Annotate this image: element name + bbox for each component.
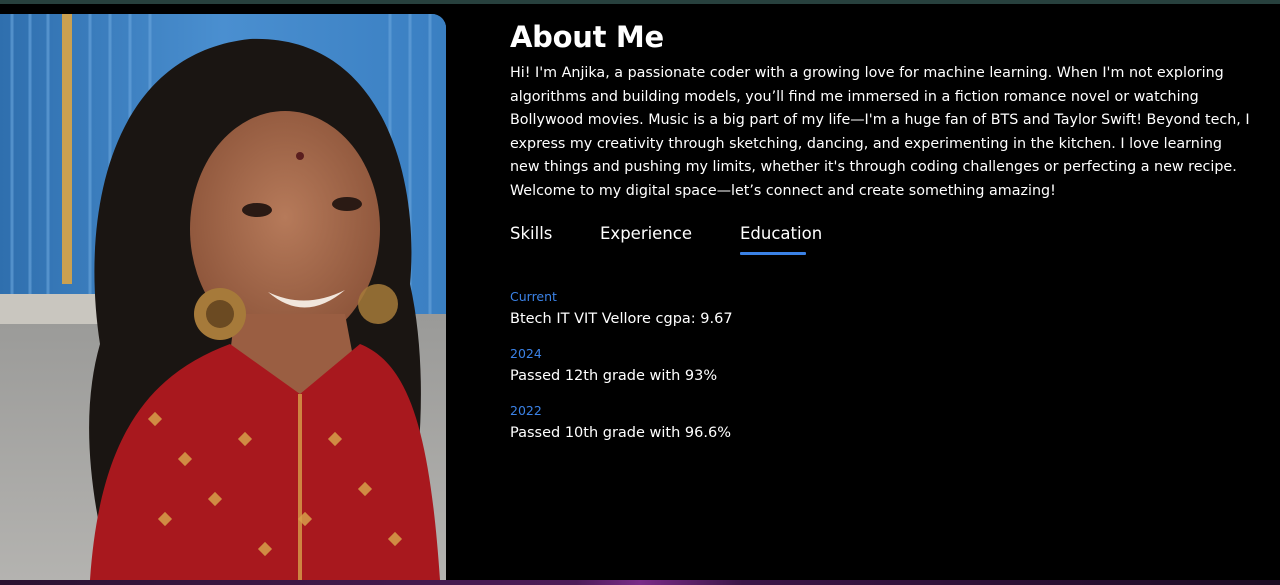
tab-skills[interactable]: Skills — [510, 223, 552, 245]
bio-line: Hi! I'm Anjika, a passionate coder with … — [510, 65, 1224, 81]
list-item: Current Btech IT VIT Vellore cgpa: 9.67 — [510, 289, 733, 329]
tab-education[interactable]: Education — [740, 223, 822, 255]
education-year: Current — [510, 289, 557, 304]
bottom-border — [0, 580, 1280, 585]
bio-paragraph: Hi! I'm Anjika, a passionate coder with … — [510, 62, 1278, 204]
about-section: About Me Hi! I'm Anjika, a passionate co… — [510, 18, 1278, 441]
list-item: 2022 Passed 10th grade with 96.6% — [510, 403, 731, 443]
bio-line: algorithms and building models, you’ll f… — [510, 88, 1199, 105]
profile-photo — [0, 14, 446, 580]
education-year: 2024 — [510, 346, 542, 361]
education-detail: Passed 12th grade with 93% — [510, 368, 718, 384]
education-year: 2022 — [510, 403, 542, 418]
tab-experience[interactable]: Experience — [600, 223, 692, 245]
bio-line: Bollywood movies. Music is a big part of… — [510, 112, 1250, 129]
bio-line: new things and pushing my limits, whethe… — [510, 159, 1237, 176]
education-detail: Btech IT VIT Vellore cgpa: 9.67 — [510, 311, 733, 327]
education-detail: Passed 10th grade with 96.6% — [510, 425, 731, 441]
bio-line: Welcome to my digital space—let’s connec… — [510, 182, 1056, 199]
top-border — [0, 0, 1280, 4]
page-title: About Me — [510, 20, 664, 54]
bio-line: express my creativity through sketching,… — [510, 135, 1222, 152]
list-item: 2024 Passed 12th grade with 93% — [510, 346, 717, 386]
